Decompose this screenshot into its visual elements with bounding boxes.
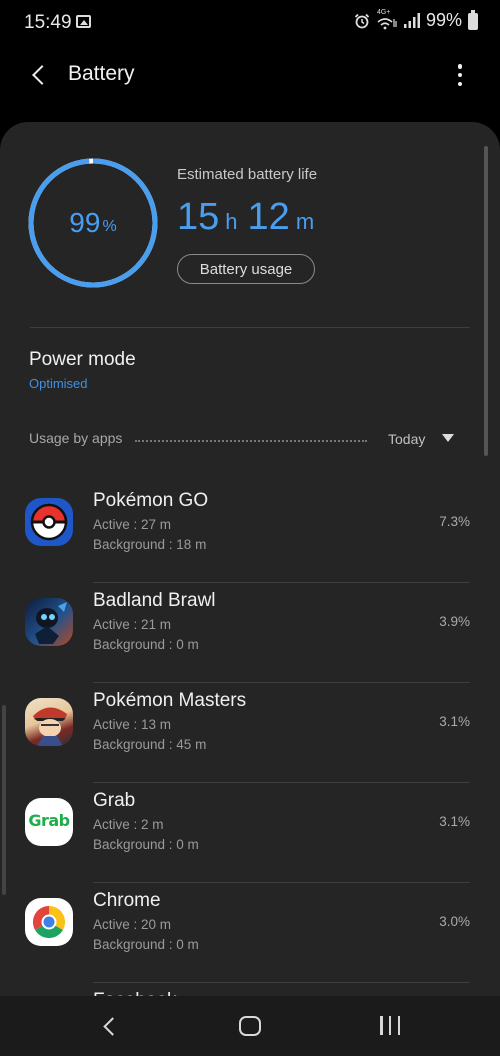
battery-level-number: 99 xyxy=(69,207,101,238)
app-name: Badland Brawl xyxy=(93,590,216,611)
power-mode-title: Power mode xyxy=(29,349,136,370)
signal-icon xyxy=(403,13,420,28)
estimated-life-label: Estimated battery life xyxy=(177,166,318,183)
status-bar: 15:49 4G+ 99% xyxy=(0,0,500,48)
badland-brawl-icon xyxy=(25,598,73,646)
estimated-minutes-unit: m xyxy=(295,209,315,234)
app-name: Chrome xyxy=(93,890,161,911)
battery-icon xyxy=(468,9,478,30)
app-background-time: Background : 0 m xyxy=(93,637,199,652)
app-usage-percent: 3.1% xyxy=(439,714,470,729)
app-usage-row[interactable]: Pokémon Masters Active : 13 m Background… xyxy=(0,683,500,783)
chrome-icon xyxy=(25,898,73,946)
battery-percent: 99% xyxy=(425,10,462,30)
alarm-icon xyxy=(354,13,370,28)
battery-level-unit: % xyxy=(102,218,117,235)
period-dropdown[interactable]: Today xyxy=(388,431,425,447)
status-icons: 4G+ 99% xyxy=(354,9,478,31)
nav-back-icon[interactable] xyxy=(100,1015,120,1037)
pokemon-masters-icon xyxy=(25,698,73,746)
app-active-time: Active : 20 m xyxy=(93,917,172,932)
back-icon[interactable] xyxy=(30,64,52,86)
app-background-time: Background : 0 m xyxy=(93,937,199,952)
app-name: Pokémon Masters xyxy=(93,690,247,711)
page-title: Battery xyxy=(68,62,135,85)
divider xyxy=(30,327,470,328)
app-usage-row[interactable]: Chrome Active : 20 m Background : 0 m 3.… xyxy=(0,883,500,983)
grab-logo-text: Grab xyxy=(28,811,70,830)
app-name: Pokémon GO xyxy=(93,490,209,511)
estimated-hours-unit: h xyxy=(225,209,238,234)
app-usage-row[interactable]: Badland Brawl Active : 21 m Background :… xyxy=(0,583,500,683)
estimated-hours: 15 xyxy=(177,196,220,238)
usage-by-apps-label: Usage by apps xyxy=(29,430,123,446)
app-active-time: Active : 21 m xyxy=(93,617,172,632)
usage-header: Usage by apps Today xyxy=(29,430,469,452)
navigation-bar xyxy=(0,996,500,1056)
caret-down-icon[interactable] xyxy=(442,434,454,442)
app-active-time: Active : 27 m xyxy=(93,517,172,532)
app-usage-row[interactable]: Grab Grab Active : 2 m Background : 0 m … xyxy=(0,783,500,883)
estimated-minutes: 12 xyxy=(247,196,290,238)
app-background-time: Background : 18 m xyxy=(93,537,207,552)
pokeball-icon xyxy=(25,498,73,546)
nav-home-icon[interactable] xyxy=(239,1016,261,1036)
app-name: Grab xyxy=(93,790,136,811)
app-active-time: Active : 13 m xyxy=(93,717,172,732)
wifi-icon: 4G+ xyxy=(376,9,398,30)
app-usage-percent: 3.0% xyxy=(439,914,470,929)
app-background-time: Background : 45 m xyxy=(93,737,207,752)
more-options-icon[interactable] xyxy=(448,62,472,88)
power-mode-value: Optimised xyxy=(29,376,88,391)
battery-level-value: 99 % xyxy=(26,156,160,290)
estimated-life-value: 15 h 12 m xyxy=(177,196,324,239)
app-usage-row[interactable]: Pokémon GO Active : 27 m Background : 18… xyxy=(0,483,500,583)
app-usage-percent: 7.3% xyxy=(439,514,470,529)
app-active-time: Active : 2 m xyxy=(93,817,164,832)
scrollbar[interactable] xyxy=(484,146,488,456)
status-time: 15:49 xyxy=(24,12,72,33)
nav-recents-icon[interactable] xyxy=(380,1016,400,1035)
grab-icon: Grab xyxy=(25,798,73,846)
dotted-leader xyxy=(135,440,367,442)
app-bar: Battery xyxy=(0,48,500,104)
app-background-time: Background : 0 m xyxy=(93,837,199,852)
app-usage-percent: 3.1% xyxy=(439,814,470,829)
gallery-icon xyxy=(76,15,91,28)
app-usage-percent: 3.9% xyxy=(439,614,470,629)
battery-usage-button[interactable]: Battery usage xyxy=(177,254,315,284)
